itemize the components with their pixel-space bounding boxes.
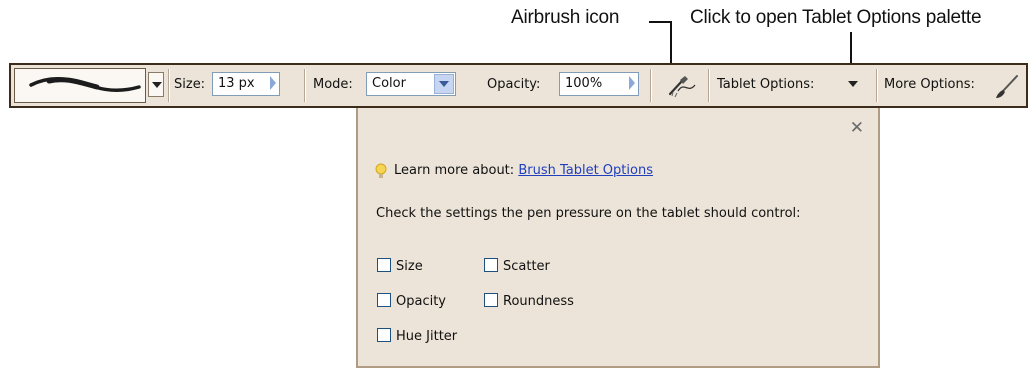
learn-more-label: Learn more about: bbox=[394, 163, 515, 178]
chevron-down-icon bbox=[152, 82, 162, 88]
divider bbox=[708, 69, 710, 102]
lightbulb-icon bbox=[375, 163, 387, 178]
airbrush-icon bbox=[668, 76, 696, 98]
brush-tablet-options-link[interactable]: Brush Tablet Options bbox=[518, 163, 653, 178]
mode-value: Color bbox=[372, 76, 406, 91]
airbrush-button[interactable] bbox=[664, 72, 698, 100]
mode-label: Mode: bbox=[313, 77, 353, 92]
tablet-options-label: Tablet Options: bbox=[717, 77, 815, 92]
mode-select[interactable]: Color bbox=[366, 72, 456, 96]
opacity-field[interactable]: 100% bbox=[559, 72, 639, 96]
checkbox-hue-jitter[interactable]: Hue Jitter bbox=[377, 328, 457, 344]
more-options-button[interactable] bbox=[991, 72, 1021, 100]
brush-preview[interactable] bbox=[14, 68, 146, 103]
size-value: 13 px bbox=[218, 76, 255, 91]
checkbox-label: Opacity bbox=[396, 294, 447, 309]
airbrush-callout-line bbox=[649, 21, 671, 23]
checkbox-roundness[interactable]: Roundness bbox=[484, 293, 574, 309]
checkbox-opacity[interactable]: Opacity bbox=[377, 293, 446, 309]
divider bbox=[650, 69, 652, 102]
checkbox[interactable] bbox=[377, 258, 391, 272]
checkbox-label: Size bbox=[396, 259, 423, 274]
brush-picker-dropdown[interactable] bbox=[148, 72, 164, 97]
size-slider-arrow-icon[interactable] bbox=[270, 76, 276, 90]
more-options-label: More Options: bbox=[884, 77, 975, 92]
brush-icon bbox=[996, 75, 1018, 98]
close-icon[interactable]: ✕ bbox=[850, 118, 864, 138]
divider bbox=[876, 69, 878, 102]
opacity-label: Opacity: bbox=[487, 77, 541, 92]
size-label: Size: bbox=[174, 77, 206, 92]
checkbox[interactable] bbox=[377, 328, 391, 342]
chevron-down-icon bbox=[848, 81, 858, 87]
checkbox[interactable] bbox=[484, 293, 498, 307]
opacity-slider-arrow-icon[interactable] bbox=[629, 76, 635, 90]
brush-stroke-icon bbox=[29, 77, 141, 93]
checkbox-label: Scatter bbox=[503, 259, 550, 274]
checkbox-scatter[interactable]: Scatter bbox=[484, 258, 550, 274]
checkbox-label: Hue Jitter bbox=[396, 329, 458, 344]
size-field[interactable]: 13 px bbox=[212, 72, 280, 96]
checkbox-size[interactable]: Size bbox=[377, 258, 423, 274]
divider bbox=[304, 69, 306, 102]
airbrush-callout: Airbrush icon bbox=[511, 7, 620, 28]
tool-options-bar: Size: 13 px Mode: Color Opacity: 100% Ta… bbox=[9, 63, 1028, 108]
tablet-options-palette: ✕ Learn more about: Brush Tablet Options… bbox=[356, 108, 880, 368]
opacity-value: 100% bbox=[565, 76, 603, 91]
checkbox[interactable] bbox=[377, 293, 391, 307]
divider bbox=[168, 69, 170, 102]
tablet-options-button[interactable] bbox=[845, 76, 861, 92]
airbrush-callout-leader bbox=[670, 21, 672, 66]
tablet-callout: Click to open Tablet Options palette bbox=[690, 7, 982, 28]
instruction-text: Check the settings the pen pressure on t… bbox=[376, 206, 801, 221]
checkbox[interactable] bbox=[484, 258, 498, 272]
learn-more-row: Learn more about: Brush Tablet Options bbox=[374, 163, 653, 178]
mode-dropdown-button[interactable] bbox=[434, 74, 454, 94]
checkbox-label: Roundness bbox=[503, 294, 574, 309]
